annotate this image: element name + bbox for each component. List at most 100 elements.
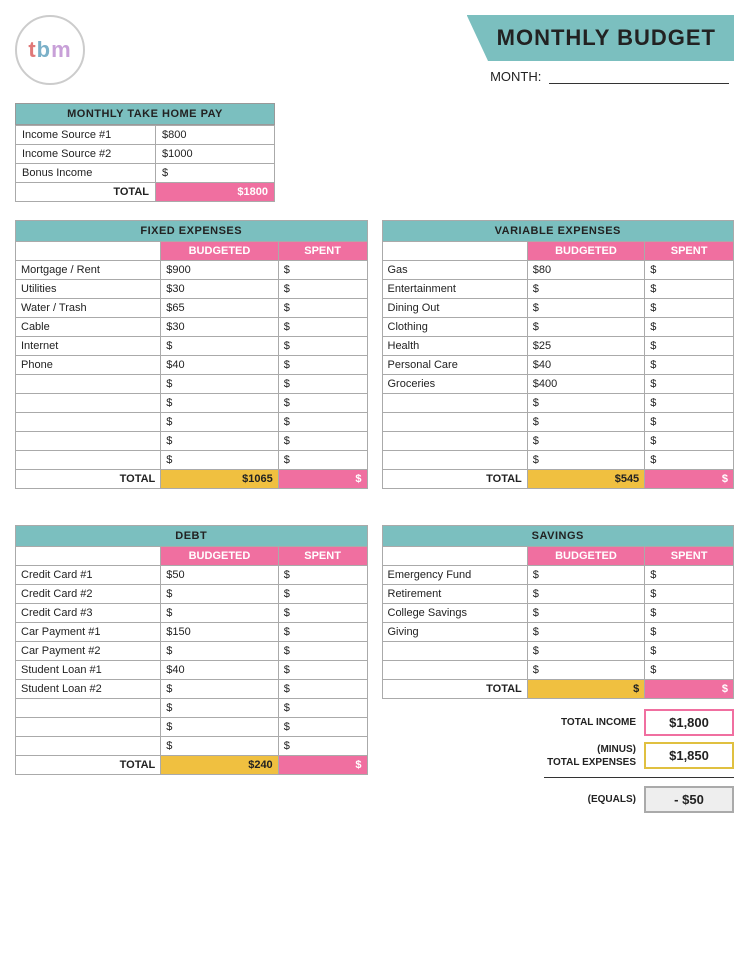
table-row: Cable $30 $ [16,318,368,337]
table-row: $ $ [16,413,368,432]
row-label: Retirement [382,585,527,604]
variable-expenses-header: VARIABLE EXPENSES [382,221,734,242]
row-label [16,699,161,718]
total-label: TOTAL [16,470,161,489]
table-row: Entertainment $ $ [382,280,734,299]
row-label: Car Payment #2 [16,642,161,661]
summary-divider [544,777,734,778]
row-label [382,394,527,413]
total-spent: $ [278,470,367,489]
table-row: Phone $40 $ [16,356,368,375]
table-row: $ $ [16,432,368,451]
savings-spent-header: SPENT [645,547,734,566]
row-budgeted: $ [527,413,644,432]
table-row: $ $ [16,718,368,737]
table-row: $ $ [16,394,368,413]
row-label [16,451,161,470]
row-label: Groceries [382,375,527,394]
row-budgeted: $900 [161,261,278,280]
table-total-row: TOTAL $545 $ [382,470,734,489]
row-label [16,737,161,756]
row-budgeted: $ [527,318,644,337]
logo-m: m [51,37,72,63]
row-label [16,394,161,413]
row-label [382,661,527,680]
row-budgeted: $ [527,451,644,470]
row-spent: $ [278,699,367,718]
row-budgeted: $ [527,566,644,585]
table-total-row: TOTAL $1065 $ [16,470,368,489]
table-row: $ $ [382,413,734,432]
row-label: Personal Care [382,356,527,375]
table-row: Health $25 $ [382,337,734,356]
row-spent: $ [645,451,734,470]
total-expenses-value: $1,850 [644,742,734,769]
row-budgeted: $400 [527,375,644,394]
row-budgeted: $ [161,375,278,394]
table-row: $ $ [382,451,734,470]
table-row: Emergency Fund $ $ [382,566,734,585]
row-spent: $ [645,642,734,661]
row-spent: $ [645,375,734,394]
table-row: Student Loan #2 $ $ [16,680,368,699]
row-budgeted: $ [161,642,278,661]
logo-t: t [28,37,36,63]
title-block: MONTHLY BUDGET MONTH: [467,15,734,84]
variable-expenses-section: VARIABLE EXPENSES BUDGETED SPENT Gas $80… [382,220,735,489]
row-label [16,432,161,451]
row-label: Credit Card #3 [16,604,161,623]
row-spent: $ [645,413,734,432]
table-row: College Savings $ $ [382,604,734,623]
summary-result-row: (EQUALS) - $50 [588,786,734,813]
table-row: Student Loan #1 $40 $ [16,661,368,680]
summary-block: TOTAL INCOME $1,800 (MINUS) TOTAL EXPENS… [382,709,735,813]
table-row: $ $ [382,642,734,661]
debt-cat-col [16,547,161,566]
row-budgeted: $80 [527,261,644,280]
row-label: Student Loan #2 [16,680,161,699]
row-spent: $ [278,718,367,737]
row-budgeted: $30 [161,280,278,299]
total-budgeted: $ [527,680,644,699]
income-source-2-label: Income Source #2 [16,145,156,164]
table-row: Credit Card #2 $ $ [16,585,368,604]
row-budgeted: $ [161,432,278,451]
row-budgeted: $ [161,413,278,432]
row-spent: $ [645,394,734,413]
row-spent: $ [645,280,734,299]
table-row: Utilities $30 $ [16,280,368,299]
row-spent: $ [645,356,734,375]
row-spent: $ [645,623,734,642]
table-row: Groceries $400 $ [382,375,734,394]
income-row-3: Bonus Income $ [16,164,275,183]
row-label: Water / Trash [16,299,161,318]
page-title: MONTHLY BUDGET [497,25,716,51]
total-spent: $ [278,756,367,775]
row-label: Credit Card #2 [16,585,161,604]
row-label: College Savings [382,604,527,623]
fixed-expenses-header: FIXED EXPENSES [16,221,368,242]
debt-section: DEBT BUDGETED SPENT Credit Card #1 $50 $… [15,525,368,813]
savings-header: SAVINGS [382,526,734,547]
fixed-spent-header: SPENT [278,242,367,261]
row-label: Gas [382,261,527,280]
income-source-2-value: $1000 [156,145,275,164]
table-row: $ $ [382,432,734,451]
debt-spent-header: SPENT [278,547,367,566]
total-budgeted: $240 [161,756,278,775]
table-row: Giving $ $ [382,623,734,642]
row-label: Student Loan #1 [16,661,161,680]
row-budgeted: $ [161,604,278,623]
row-label: Health [382,337,527,356]
table-row: Water / Trash $65 $ [16,299,368,318]
row-budgeted: $25 [527,337,644,356]
row-budgeted: $ [527,585,644,604]
income-source-1-value: $800 [156,126,275,145]
row-budgeted: $ [527,623,644,642]
row-label: Emergency Fund [382,566,527,585]
month-underline [549,83,729,84]
row-label [382,642,527,661]
row-budgeted: $40 [161,356,278,375]
row-budgeted: $ [161,680,278,699]
row-budgeted: $65 [161,299,278,318]
